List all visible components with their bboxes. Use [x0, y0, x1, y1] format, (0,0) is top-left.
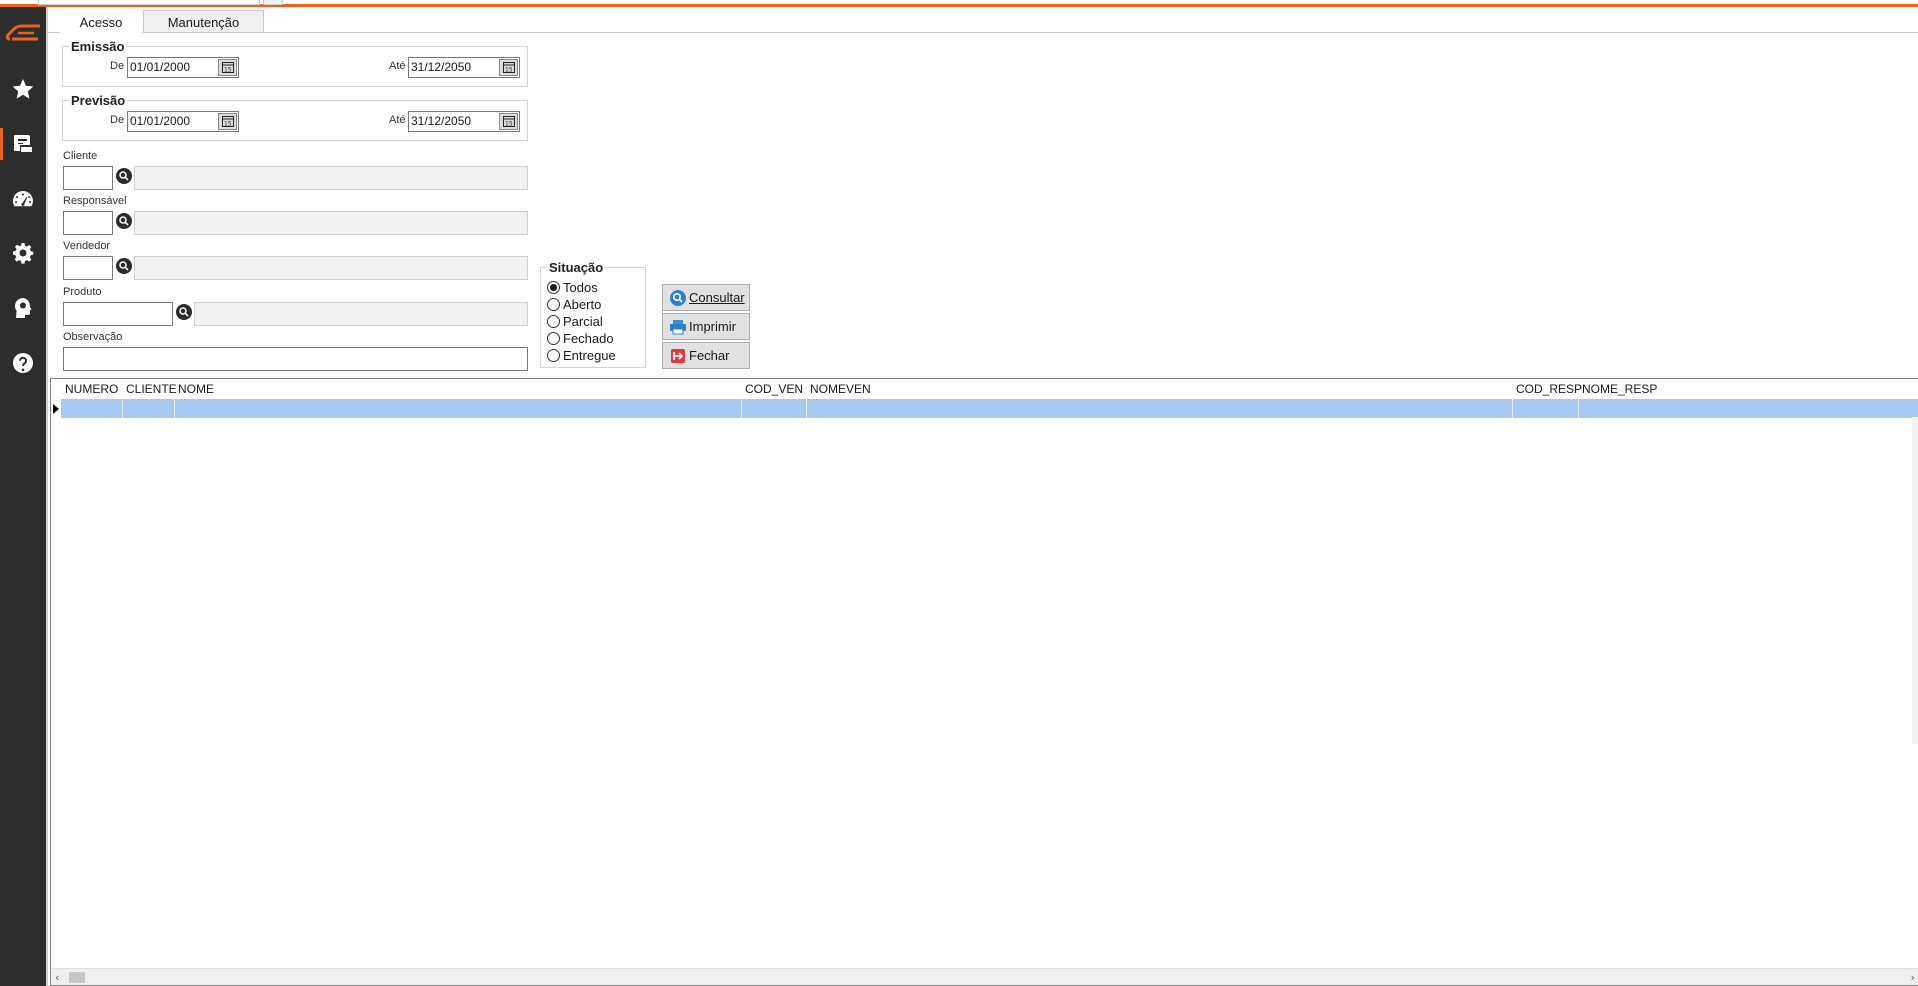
cliente-label: Cliente	[63, 150, 98, 162]
radio-button[interactable]	[547, 349, 560, 362]
situacao-option-parcial[interactable]: Parcial	[547, 313, 603, 330]
radio-button[interactable]	[547, 332, 560, 345]
calendar-icon[interactable]: 15	[499, 113, 518, 130]
current-row-indicator	[53, 404, 59, 414]
support-icon	[15, 298, 32, 318]
radio-button[interactable]	[547, 281, 560, 294]
column-header-nome-resp[interactable]: NOME_RESP	[1582, 382, 1657, 396]
app-logo	[4, 21, 44, 45]
svg-text:15: 15	[505, 67, 513, 74]
sidebar-item-support[interactable]	[0, 284, 46, 332]
sidebar-item-help[interactable]	[0, 339, 46, 387]
printer-icon	[669, 318, 687, 336]
situacao-option-aberto[interactable]: Aberto	[547, 296, 601, 313]
sidebar-item-documents[interactable]	[0, 120, 46, 168]
radio-button[interactable]	[547, 298, 560, 311]
emissao-de-field[interactable]: 01/01/2000 15	[127, 57, 239, 78]
scroll-thumb[interactable]	[69, 972, 85, 983]
column-header-cod-ven[interactable]: COD_VEN	[745, 382, 803, 396]
cell-divider	[741, 399, 742, 418]
produto-search-icon[interactable]	[176, 304, 192, 320]
responsavel-label: Responsável	[63, 195, 127, 207]
calendar-icon[interactable]: 15	[499, 59, 518, 76]
emissao-title: Emissão	[71, 39, 125, 54]
calendar-icon[interactable]: 15	[218, 59, 237, 76]
previsao-ate-field[interactable]: 31/12/2050 15	[408, 111, 520, 132]
previsao-ate-label: Até	[389, 114, 406, 126]
svg-text:15: 15	[224, 67, 232, 74]
column-header-numero[interactable]: NUMERO	[65, 382, 118, 396]
vendedor-label: Vendedor	[63, 240, 111, 252]
previsao-de-label: De	[110, 114, 125, 126]
radio-button[interactable]	[547, 315, 560, 328]
responsavel-name-field	[134, 211, 528, 235]
gear-icon	[13, 243, 34, 264]
results-grid[interactable]: NUMERO CLIENTE NOME COD_VEN NOMEVEN COD_…	[50, 378, 1918, 986]
svg-text:15: 15	[224, 121, 232, 128]
window-tab-stub-small	[263, 0, 283, 5]
main-content: Acesso Manutenção Emissão De 01/01/2000 …	[46, 7, 1918, 986]
previsao-de-field[interactable]: 01/01/2000 15	[127, 111, 239, 132]
grid-header: NUMERO CLIENTE NOME COD_VEN NOMEVEN COD_…	[51, 379, 1918, 399]
produto-label: Produto	[63, 286, 102, 298]
star-icon	[12, 79, 34, 99]
vendedor-search-icon[interactable]	[116, 258, 132, 274]
cell-divider	[1578, 399, 1579, 418]
sidebar-item-settings[interactable]	[0, 229, 46, 277]
search-icon	[669, 289, 687, 307]
column-header-nomeven[interactable]: NOMEVEN	[810, 382, 871, 396]
scroll-right-icon[interactable]: ›	[1911, 971, 1915, 984]
dashboard-icon	[13, 191, 33, 207]
cell-divider	[1512, 399, 1513, 418]
window-top-border	[0, 0, 1918, 7]
fechar-button[interactable]: Fechar	[662, 342, 750, 369]
consultar-button[interactable]: Consultar	[662, 284, 750, 311]
emissao-ate-label: Até	[389, 60, 406, 72]
observacao-input[interactable]	[63, 347, 528, 371]
situacao-option-todos[interactable]: Todos	[547, 279, 598, 296]
column-header-nome[interactable]: NOME	[178, 382, 214, 396]
cliente-code-input[interactable]	[63, 166, 113, 190]
cell-divider	[174, 399, 175, 418]
window-tab-stub	[38, 0, 260, 5]
vendedor-code-input[interactable]	[63, 256, 113, 280]
calendar-icon[interactable]: 15	[218, 113, 237, 130]
vendedor-name-field	[134, 256, 528, 280]
responsavel-search-icon[interactable]	[116, 213, 132, 229]
cell-divider	[806, 399, 807, 418]
vertical-scroll-track[interactable]	[1912, 417, 1918, 744]
sidebar-item-favorites[interactable]	[0, 65, 46, 113]
observacao-label: Observação	[63, 331, 123, 343]
sidebar-item-dashboard[interactable]	[0, 175, 46, 223]
cliente-name-field	[134, 166, 528, 190]
situacao-title: Situação	[549, 260, 604, 275]
column-header-cod-resp[interactable]: COD_RESP	[1516, 382, 1582, 396]
document-icon	[14, 135, 32, 152]
produto-name-field	[194, 302, 528, 326]
situacao-option-entregue[interactable]: Entregue	[547, 347, 616, 364]
table-row[interactable]	[61, 399, 1918, 418]
tab-acesso[interactable]: Acesso	[60, 10, 142, 34]
situacao-option-fechado[interactable]: Fechado	[547, 330, 614, 347]
cliente-search-icon[interactable]	[116, 168, 132, 184]
imprimir-button[interactable]: Imprimir	[662, 313, 750, 340]
horizontal-scrollbar[interactable]: ‹ ›	[51, 968, 1918, 985]
tab-divider	[48, 32, 1918, 33]
previsao-title: Previsão	[71, 93, 126, 108]
sidebar	[0, 7, 46, 986]
scroll-left-icon[interactable]: ‹	[55, 971, 59, 984]
produto-code-input[interactable]	[63, 302, 173, 326]
help-icon	[13, 353, 33, 373]
responsavel-code-input[interactable]	[63, 211, 113, 235]
exit-icon	[669, 347, 687, 365]
tab-manutencao[interactable]: Manutenção	[143, 10, 264, 33]
svg-text:15: 15	[505, 121, 513, 128]
cell-divider	[122, 399, 123, 418]
emissao-de-label: De	[110, 60, 125, 72]
emissao-ate-field[interactable]: 31/12/2050 15	[408, 57, 520, 78]
column-header-cliente[interactable]: CLIENTE	[126, 382, 177, 396]
